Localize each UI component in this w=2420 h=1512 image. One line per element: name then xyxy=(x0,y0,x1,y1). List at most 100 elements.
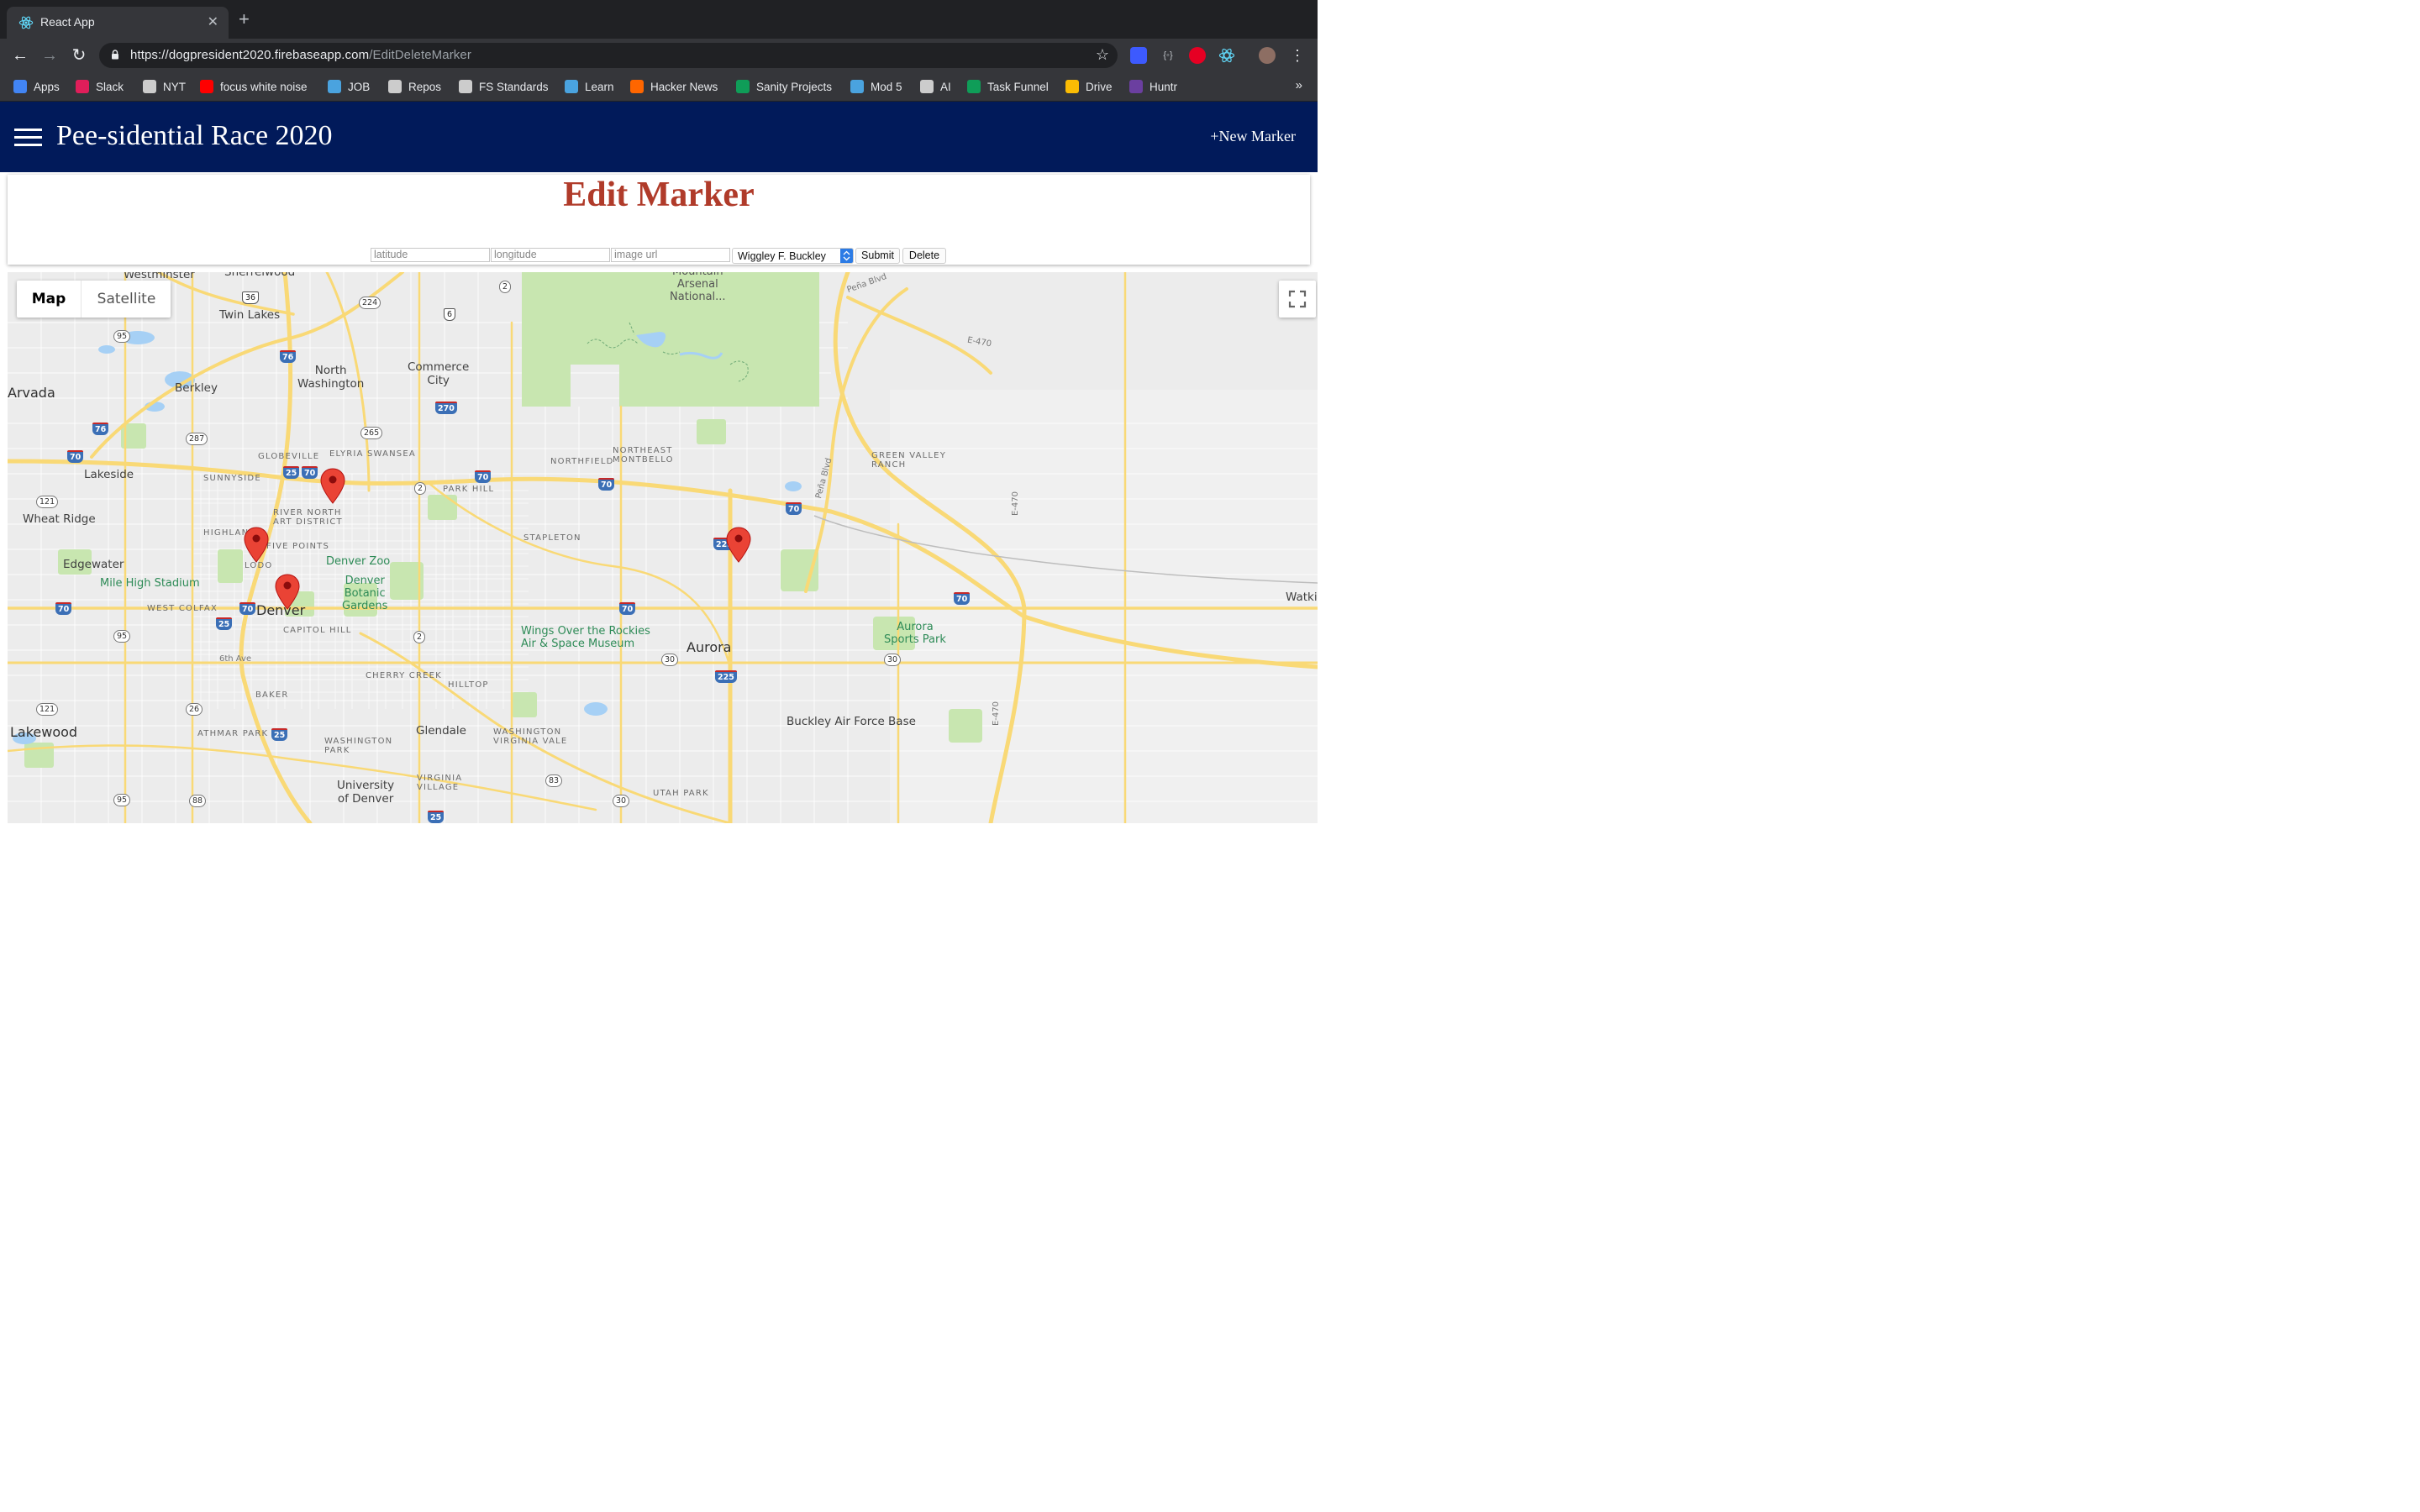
highway-shield-icon: 76 xyxy=(92,423,109,435)
highway-shield-icon: 25 xyxy=(428,811,445,823)
new-marker-link[interactable]: +New Marker xyxy=(1210,128,1296,145)
highway-shield-icon: 26 xyxy=(186,703,203,716)
highway-shield-icon: 36 xyxy=(242,291,260,304)
url-text: https://dogpresident2020.firebaseapp.com… xyxy=(130,48,471,62)
app-title: Pee-sidential Race 2020 xyxy=(56,120,333,151)
profile-avatar[interactable] xyxy=(1259,47,1276,64)
back-icon[interactable]: ← xyxy=(10,45,30,66)
map-label-commerce-city: Commerce City xyxy=(408,360,470,387)
bookmark-fs-standards[interactable]: FS Standards xyxy=(459,78,549,95)
map-label-sherrelwood: Sherrelwood xyxy=(224,272,296,279)
delete-button[interactable]: Delete xyxy=(902,248,946,264)
map-label-arsenal: Mountain Arsenal National... xyxy=(670,272,726,303)
bookmark-slack[interactable]: Slack xyxy=(76,78,124,95)
bookmark-huntr[interactable]: Huntr xyxy=(1129,78,1177,95)
browser-tab[interactable]: React App ✕ xyxy=(7,7,229,39)
submit-button[interactable]: Submit xyxy=(855,248,900,264)
google-map[interactable]: Map Satellite Westminster Sherrelwood Twin… xyxy=(8,272,1318,823)
map-type-satellite-button[interactable]: Satellite xyxy=(81,281,171,318)
globe-icon xyxy=(920,80,934,93)
map-label-twin-lakes: Twin Lakes xyxy=(219,308,281,322)
bookmark-star-icon[interactable]: ☆ xyxy=(1096,46,1109,64)
map-label-green-valley: GREEN VALLEY RANCH xyxy=(871,451,947,470)
map-label-mile-high: Mile High Stadium xyxy=(100,577,200,590)
bookmark-focus-white-noise[interactable]: focus white noise xyxy=(200,78,308,95)
json-extension-icon[interactable]: {◦} xyxy=(1160,47,1176,64)
highway-shield-icon: 2 xyxy=(414,482,427,495)
edit-marker-card: Edit Marker latitude longitude image url… xyxy=(8,175,1310,265)
browser-tab-strip: React App ✕ + xyxy=(0,0,1318,39)
menu-kebab-icon[interactable]: ⋮ xyxy=(1287,45,1307,66)
highway-shield-icon: 70 xyxy=(598,478,615,491)
highway-shield-icon: 76 xyxy=(280,350,297,363)
fullscreen-button[interactable] xyxy=(1279,281,1316,318)
bookmark-sanity-projects[interactable]: Sanity Projects xyxy=(736,78,832,95)
bookmark-label: Apps xyxy=(34,80,60,93)
bookmark-label: focus white noise xyxy=(220,80,308,93)
map-label-rino: RIVER NORTH ART DISTRICT xyxy=(273,508,343,527)
bookmark-job[interactable]: JOB xyxy=(328,78,370,95)
trello-bolt-icon xyxy=(328,80,341,93)
dog-select[interactable]: Wiggley F. Buckley xyxy=(732,248,854,264)
address-bar[interactable]: https://dogpresident2020.firebaseapp.com… xyxy=(99,43,1118,68)
reload-icon[interactable]: ↻ xyxy=(69,45,89,66)
bookmark-hacker-news[interactable]: Hacker News xyxy=(630,78,718,95)
bookmark-ai[interactable]: AI xyxy=(920,78,951,95)
browser-toolbar: ← → ↻ https://dogpresident2020.firebasea… xyxy=(0,39,1318,72)
highway-shield-icon: 70 xyxy=(619,602,636,615)
bookmark-repos[interactable]: Repos xyxy=(388,78,441,95)
highway-shield-icon: 121 xyxy=(36,496,59,508)
map-label-botanic: Denver Botanic Gardens xyxy=(342,575,388,612)
trello-bolt-icon xyxy=(565,80,578,93)
bookmark-apps[interactable]: Apps xyxy=(13,78,60,95)
highway-shield-icon: 70 xyxy=(786,502,802,515)
bookmark-drive[interactable]: Drive xyxy=(1065,78,1113,95)
highway-shield-icon: 95 xyxy=(113,330,131,343)
highway-shield-icon: 2 xyxy=(413,631,426,643)
highway-shield-icon: 95 xyxy=(113,794,131,806)
map-label-denver-zoo: Denver Zoo xyxy=(326,555,391,568)
pinterest-icon[interactable] xyxy=(1189,47,1206,64)
marker-pin-icon[interactable] xyxy=(244,527,269,564)
map-label-aurora-sports: Aurora Sports Park xyxy=(884,621,946,646)
map-label-washington-park: WASHINGTON PARK xyxy=(324,737,393,755)
map-type-control: Map Satellite xyxy=(17,281,171,318)
map-label-northfield: NORTHFIELD xyxy=(550,457,614,466)
react-devtools-icon[interactable] xyxy=(1218,47,1235,64)
marker-pin-icon[interactable] xyxy=(320,468,345,505)
highway-shield-icon: 30 xyxy=(613,795,630,807)
hamburger-menu-icon[interactable] xyxy=(14,129,42,146)
map-label-hilltop: HILLTOP xyxy=(448,680,489,690)
bookmark-mod-5[interactable]: Mod 5 xyxy=(850,78,902,95)
apps-grid-icon xyxy=(13,80,27,93)
map-label-aurora: Aurora xyxy=(687,639,732,655)
bookmark-label: Sanity Projects xyxy=(756,80,833,93)
tab-close-icon[interactable]: ✕ xyxy=(208,13,218,30)
map-type-map-button[interactable]: Map xyxy=(17,281,81,318)
page-title: Edit Marker xyxy=(563,176,755,214)
bookmarks-overflow-icon[interactable]: » xyxy=(1296,78,1302,92)
url-host: https://dogpresident2020.firebaseapp.com xyxy=(130,48,370,62)
marker-pin-icon[interactable] xyxy=(275,574,300,611)
bookmark-label: Learn xyxy=(585,80,614,93)
latitude-input[interactable]: latitude xyxy=(371,248,490,262)
highway-shield-icon: 30 xyxy=(661,654,679,666)
extension-icon[interactable] xyxy=(1130,47,1147,64)
bookmark-nyt[interactable]: NYT xyxy=(143,78,186,95)
longitude-input[interactable]: longitude xyxy=(491,248,610,262)
bookmark-task-funnel[interactable]: Task Funnel xyxy=(967,78,1049,95)
highway-shield-icon: 6 xyxy=(444,308,456,321)
select-arrows-icon xyxy=(840,249,853,263)
new-tab-icon[interactable]: + xyxy=(239,10,250,29)
highway-shield-icon: 287 xyxy=(186,433,208,445)
map-label-glendale: Glendale xyxy=(416,724,466,738)
highway-shield-icon: 25 xyxy=(216,617,233,630)
map-label-elyria: ELYRIA SWANSEA xyxy=(329,449,416,459)
marker-pin-icon[interactable] xyxy=(726,527,751,564)
bookmark-learn[interactable]: Learn xyxy=(565,78,614,95)
image-url-input[interactable]: image url xyxy=(611,248,730,262)
forward-icon[interactable]: → xyxy=(39,45,60,66)
map-label-wheat-ridge: Wheat Ridge xyxy=(23,512,96,526)
bookmark-label: Huntr xyxy=(1150,80,1178,93)
trello-bolt-icon xyxy=(850,80,864,93)
